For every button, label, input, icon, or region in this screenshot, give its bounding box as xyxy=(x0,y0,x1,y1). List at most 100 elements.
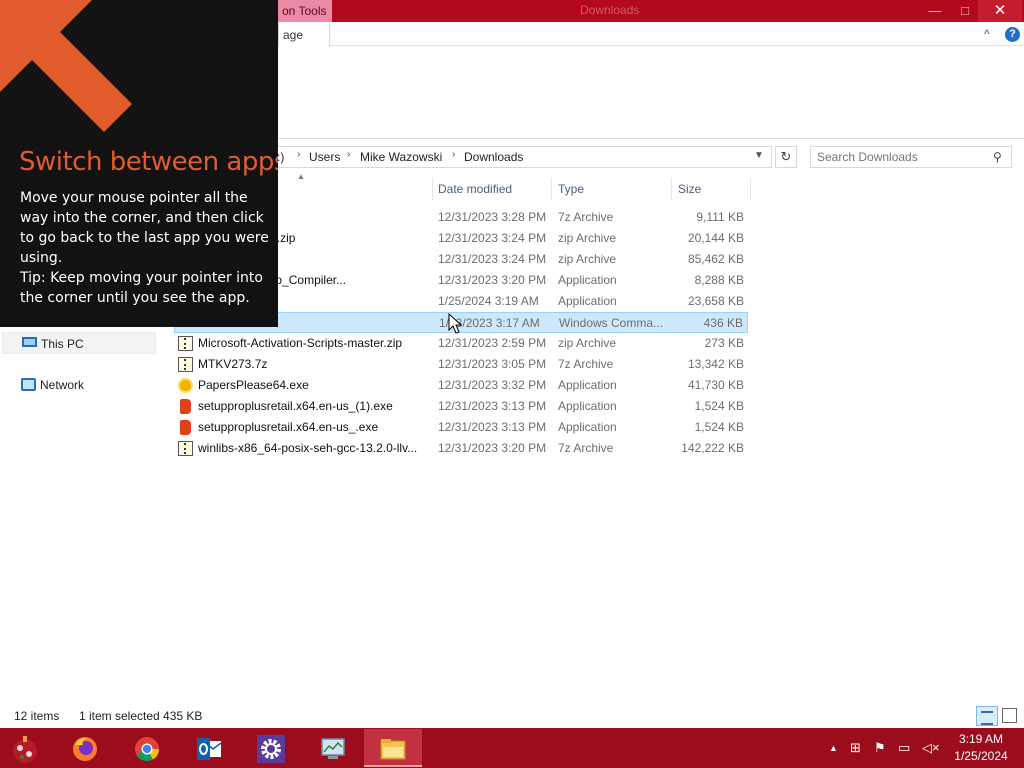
file-name: Microsoft-Activation-Scripts-master.zip xyxy=(198,336,403,350)
file-type: zip Archive xyxy=(558,336,617,350)
display-icon[interactable]: ▭ xyxy=(898,740,910,756)
hint-title: Switch between apps xyxy=(19,147,278,177)
column-divider[interactable] xyxy=(671,178,672,200)
search-icon[interactable]: ⚲ xyxy=(993,150,1002,164)
breadcrumb-users[interactable]: Users xyxy=(309,150,340,164)
breadcrumb-separator-icon[interactable]: › xyxy=(347,149,350,160)
column-header-date[interactable]: Date modified xyxy=(438,182,512,196)
breadcrumb-user[interactable]: Mike Wazowski xyxy=(360,150,442,164)
minimize-button[interactable]: — xyxy=(920,0,950,22)
file-date: 12/31/2023 3:13 PM xyxy=(438,420,547,434)
taskbar-chrome[interactable] xyxy=(118,729,176,767)
settings-icon xyxy=(257,735,285,763)
column-divider[interactable] xyxy=(551,178,552,200)
file-type: zip Archive xyxy=(558,231,617,245)
file-type: Application xyxy=(558,399,617,413)
window-title: Downloads xyxy=(580,3,640,17)
taskbar-outlook[interactable] xyxy=(180,729,238,767)
file-type: Application xyxy=(558,420,617,434)
action-center-flag-icon[interactable]: ⚑ xyxy=(874,740,886,756)
column-divider[interactable] xyxy=(432,178,433,200)
office-icon xyxy=(180,399,191,414)
file-date: 12/31/2023 3:24 PM xyxy=(438,252,547,266)
column-divider[interactable] xyxy=(750,178,751,200)
file-size: 1,524 KB xyxy=(694,420,744,434)
file-size: 142,222 KB xyxy=(681,441,744,455)
file-size: 41,730 KB xyxy=(687,378,744,392)
file-size: 8,288 KB xyxy=(694,273,744,287)
status-selection: 1 item selected 435 KB xyxy=(79,709,203,723)
hint-tip: Tip: Keep moving your pointer into the c… xyxy=(20,270,263,306)
taskbar-control-panel[interactable] xyxy=(304,729,362,767)
file-row[interactable]: setupproplusretail.x64.en-us_.exe 12/31/… xyxy=(174,417,748,438)
close-button[interactable]: ✕ xyxy=(978,0,1022,22)
taskbar-firefox[interactable] xyxy=(56,729,114,767)
nav-label: This PC xyxy=(41,337,84,351)
file-row[interactable]: PapersPlease64.exe 12/31/2023 3:32 PM Ap… xyxy=(174,375,748,396)
show-hidden-icons-icon[interactable]: ▲ xyxy=(829,743,838,753)
breadcrumb-separator-icon[interactable]: › xyxy=(452,149,455,160)
large-icons-view-icon[interactable] xyxy=(1002,708,1017,723)
details-view-icon[interactable] xyxy=(976,706,998,726)
file-size: 436 KB xyxy=(703,316,743,330)
file-name: setupproplusretail.x64.en-us_(1).exe xyxy=(198,399,393,413)
breadcrumb-separator-icon[interactable]: › xyxy=(297,149,300,160)
taskbar-file-explorer[interactable] xyxy=(364,729,422,767)
maximize-button[interactable]: □ xyxy=(950,0,980,22)
clock-time[interactable]: 3:19 AM xyxy=(950,732,1012,746)
file-size: 23,658 KB xyxy=(687,294,744,308)
file-type: Windows Comma... xyxy=(559,316,664,330)
file-size: 9,111 KB xyxy=(696,210,744,224)
breadcrumb-downloads[interactable]: Downloads xyxy=(464,150,523,164)
context-tab-application-tools[interactable]: on Tools xyxy=(276,0,332,22)
clock-date[interactable]: 1/25/2024 xyxy=(950,749,1012,763)
file-type: 7z Archive xyxy=(558,210,614,224)
ribbon-collapse-icon[interactable]: ^ xyxy=(984,27,990,41)
file-name: setupproplusretail.x64.en-us_.exe xyxy=(198,420,379,434)
column-header-size[interactable]: Size xyxy=(678,182,701,196)
file-date: 12/31/2023 3:24 PM xyxy=(438,231,547,245)
outlook-icon xyxy=(197,738,222,760)
firefox-icon xyxy=(73,737,97,761)
column-header-type[interactable]: Type xyxy=(558,182,584,196)
status-item-count: 12 items xyxy=(14,709,60,723)
address-bar[interactable]: :) › Users › Mike Wazowski › Downloads xyxy=(270,146,772,168)
search-box[interactable]: ⚲ xyxy=(810,146,1012,168)
network-status-icon[interactable]: ⊞ xyxy=(850,740,861,756)
file-size: 273 KB xyxy=(704,336,744,350)
file-row[interactable]: MTKV273.7z 12/31/2023 3:05 PM 7z Archive… xyxy=(174,354,748,375)
control-panel-icon xyxy=(321,738,345,759)
help-icon[interactable]: ? xyxy=(1005,27,1020,42)
volume-muted-icon[interactable]: ◁× xyxy=(922,740,940,756)
refresh-button[interactable]: ↻ xyxy=(775,146,797,168)
file-explorer-icon xyxy=(380,739,406,760)
chrome-icon xyxy=(135,737,159,762)
address-dropdown-icon[interactable]: ▼ xyxy=(754,150,764,161)
file-type: Application xyxy=(558,273,617,287)
file-date: 12/31/2023 3:13 PM xyxy=(438,399,547,413)
nav-item-this-pc[interactable]: This PC xyxy=(2,332,156,354)
breadcrumb-drive[interactable]: :) xyxy=(277,150,284,164)
file-date: 12/31/2023 3:20 PM xyxy=(438,441,547,455)
file-type: Application xyxy=(558,378,617,392)
start-button-icon[interactable] xyxy=(8,732,42,766)
corner-arrow-icon xyxy=(0,0,132,132)
hint-body: Move your mouse pointer all the way into… xyxy=(20,188,270,308)
file-date: 12/31/2023 3:28 PM xyxy=(438,210,547,224)
hint-text: Move your mouse pointer all the way into… xyxy=(20,190,269,266)
switch-apps-hint-panel: Switch between apps Move your mouse poin… xyxy=(0,0,278,327)
search-input[interactable] xyxy=(817,149,987,165)
ribbon-tab-manage[interactable]: age xyxy=(278,22,330,47)
file-name: PapersPlease64.exe xyxy=(198,378,309,392)
nav-item-network[interactable]: Network xyxy=(2,374,156,396)
sort-ascending-icon: ▲ xyxy=(297,172,305,181)
file-row[interactable]: setupproplusretail.x64.en-us_(1).exe 12/… xyxy=(174,396,748,417)
file-size: 85,462 KB xyxy=(687,252,744,266)
file-row[interactable]: winlibs-x86_64-posix-seh-gcc-13.2.0-llv.… xyxy=(174,438,748,459)
file-date: 12/31/2023 3:32 PM xyxy=(438,378,547,392)
archive-icon xyxy=(178,357,193,372)
taskbar-settings[interactable] xyxy=(242,729,300,767)
file-size: 13,342 KB xyxy=(687,357,744,371)
file-date: 12/31/2023 3:05 PM xyxy=(438,357,547,371)
file-row[interactable]: Microsoft-Activation-Scripts-master.zip … xyxy=(174,333,748,354)
